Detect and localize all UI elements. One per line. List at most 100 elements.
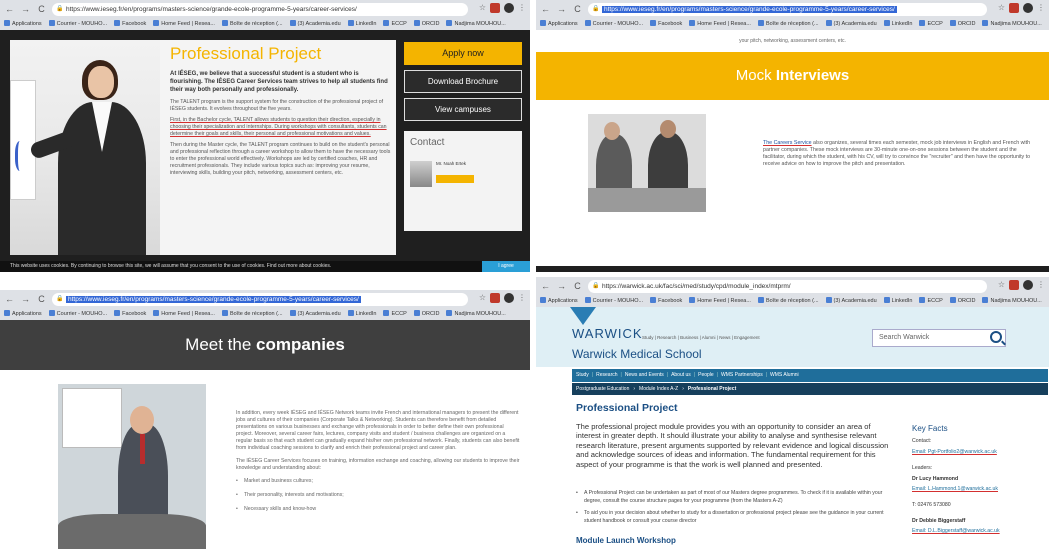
leader-email[interactable]: Email: L.Hammond.1@warwick.ac.uk: [912, 486, 1046, 493]
bookmark[interactable]: LinkedIn: [884, 295, 913, 307]
bookmark[interactable]: Applications: [4, 308, 42, 320]
bookmark[interactable]: (3) Academia.edu: [290, 308, 341, 320]
address-bar[interactable]: 🔒 https://www.ieseg.fr/en/programs/master…: [52, 3, 468, 16]
back-icon[interactable]: ←: [4, 294, 15, 304]
warwick-logo[interactable]: WARWICK: [572, 326, 643, 341]
bookmark[interactable]: Facebook: [650, 295, 682, 307]
view-campuses-button[interactable]: View campuses: [404, 98, 522, 121]
bookmark[interactable]: (3) Academia.edu: [826, 18, 877, 30]
reload-icon[interactable]: C: [572, 281, 583, 291]
back-icon[interactable]: ←: [540, 281, 551, 291]
lead-paragraph: At IÉSEG, we believe that a successful s…: [170, 71, 388, 93]
extension-icon[interactable]: [490, 3, 500, 13]
extension-icon[interactable]: [1009, 3, 1019, 13]
reload-icon[interactable]: C: [36, 4, 47, 14]
bookmark[interactable]: ORCID: [950, 295, 976, 307]
address-bar[interactable]: 🔒 https://warwick.ac.uk/fac/sci/med/study…: [588, 280, 987, 293]
bookmark[interactable]: Facebook: [114, 18, 146, 30]
bookmark[interactable]: ECCP: [919, 295, 942, 307]
leader-email[interactable]: Email: D.L.Biggerstaff@warwick.ac.uk: [912, 528, 1046, 535]
forward-icon[interactable]: →: [556, 4, 567, 14]
profile-icon[interactable]: [504, 293, 514, 303]
star-icon[interactable]: ☆: [479, 3, 486, 13]
bookmark[interactable]: (3) Academia.edu: [290, 18, 341, 30]
paragraph: The IÉSEG Career Services focuses on tra…: [236, 458, 520, 471]
reload-icon[interactable]: C: [36, 294, 47, 304]
forward-icon[interactable]: →: [556, 281, 567, 291]
bookmark[interactable]: Applications: [4, 18, 42, 30]
star-icon[interactable]: ☆: [998, 3, 1005, 13]
address-bar[interactable]: 🔒 https://www.ieseg.fr/en/programs/master…: [588, 3, 987, 16]
back-icon[interactable]: ←: [540, 4, 551, 14]
paragraph: Then during the Master cycle, the TALENT…: [170, 142, 391, 176]
bookmark[interactable]: Nadjima MOUHOU...: [982, 18, 1041, 30]
top-nav[interactable]: Study | Research | Business | Alumni | N…: [642, 335, 760, 340]
forward-icon[interactable]: →: [20, 4, 31, 14]
bookmark[interactable]: Boîte de réception (...: [758, 18, 819, 30]
bookmark[interactable]: ECCP: [919, 18, 942, 30]
search-icon[interactable]: [990, 331, 1002, 343]
bookmark[interactable]: (3) Academia.edu: [826, 295, 877, 307]
bookmark[interactable]: Boîte de réception (...: [222, 18, 283, 30]
bookmark[interactable]: Courrier - MOUHO...: [49, 308, 107, 320]
nav-item[interactable]: WMS Alumni: [770, 369, 799, 382]
bookmarks-bar: Applications Courrier - MOUHO... Faceboo…: [540, 18, 1045, 30]
bookmark[interactable]: LinkedIn: [348, 18, 377, 30]
nav-item[interactable]: WMS Partnerships: [721, 369, 763, 382]
menu-icon[interactable]: ⋮: [1037, 3, 1045, 13]
nav-item[interactable]: Study: [576, 369, 589, 382]
star-icon[interactable]: ☆: [479, 293, 486, 303]
contact-email[interactable]: Email: Pgt-Portfolio2@warwick.ac.uk: [912, 449, 1046, 456]
forward-icon[interactable]: →: [20, 294, 31, 304]
bookmark[interactable]: Boîte de réception (...: [758, 295, 819, 307]
bookmark[interactable]: ORCID: [414, 18, 440, 30]
bookmark[interactable]: ORCID: [414, 308, 440, 320]
apply-now-button[interactable]: Apply now: [404, 42, 522, 65]
bookmark[interactable]: Applications: [540, 18, 578, 30]
bookmark[interactable]: Facebook: [650, 18, 682, 30]
nav-item[interactable]: Research: [596, 369, 617, 382]
bookmark[interactable]: Home Feed | Resea...: [689, 18, 751, 30]
bookmark[interactable]: Applications: [540, 295, 578, 307]
contact-name: Mr. Noah Ertek: [436, 161, 467, 166]
search-input[interactable]: Search Warwick: [872, 329, 1006, 347]
nav-item[interactable]: News and Events: [625, 369, 664, 382]
bookmark[interactable]: Nadjima MOUHOU...: [446, 18, 505, 30]
breadcrumb-item[interactable]: Module Index A-Z: [639, 383, 678, 395]
bookmark[interactable]: ECCP: [383, 308, 406, 320]
careers-service-link[interactable]: The Careers Service: [763, 140, 812, 146]
bookmark[interactable]: Courrier - MOUHO...: [49, 18, 107, 30]
address-bar[interactable]: 🔒 https://www.ieseg.fr/en/programs/master…: [52, 293, 468, 306]
profile-icon[interactable]: [1023, 3, 1033, 13]
bookmark[interactable]: ECCP: [383, 18, 406, 30]
back-icon[interactable]: ←: [4, 4, 15, 14]
bookmark[interactable]: Nadjima MOUHOU...: [446, 308, 505, 320]
breadcrumb-item[interactable]: Postgraduate Education: [576, 383, 629, 395]
bookmark[interactable]: Facebook: [114, 308, 146, 320]
bookmark[interactable]: LinkedIn: [884, 18, 913, 30]
menu-icon[interactable]: ⋮: [518, 293, 526, 303]
reload-icon[interactable]: C: [572, 4, 583, 14]
menu-icon[interactable]: ⋮: [518, 3, 526, 13]
cookie-agree-button[interactable]: I agree: [482, 261, 530, 272]
menu-icon[interactable]: ⋮: [1037, 280, 1045, 290]
bookmark[interactable]: LinkedIn: [348, 308, 377, 320]
extension-icon[interactable]: [1009, 280, 1019, 290]
bookmark[interactable]: Courrier - MOUHO...: [585, 295, 643, 307]
star-icon[interactable]: ☆: [998, 280, 1005, 290]
bookmark[interactable]: Home Feed | Resea...: [689, 295, 751, 307]
bookmark[interactable]: ORCID: [950, 18, 976, 30]
nav-item[interactable]: About us: [671, 369, 691, 382]
contact-email-button[interactable]: [436, 175, 474, 183]
bookmark[interactable]: Boîte de réception (...: [222, 308, 283, 320]
bookmark[interactable]: Courrier - MOUHO...: [585, 18, 643, 30]
profile-icon[interactable]: [1023, 280, 1033, 290]
bookmark[interactable]: Home Feed | Resea...: [153, 18, 215, 30]
bookmark[interactable]: Home Feed | Resea...: [153, 308, 215, 320]
extension-icon[interactable]: [490, 293, 500, 303]
school-name[interactable]: Warwick Medical School: [572, 347, 702, 361]
nav-item[interactable]: People: [698, 369, 714, 382]
download-brochure-button[interactable]: Download Brochure: [404, 70, 522, 93]
bookmark[interactable]: Nadjima MOUHOU...: [982, 295, 1041, 307]
profile-icon[interactable]: [504, 3, 514, 13]
